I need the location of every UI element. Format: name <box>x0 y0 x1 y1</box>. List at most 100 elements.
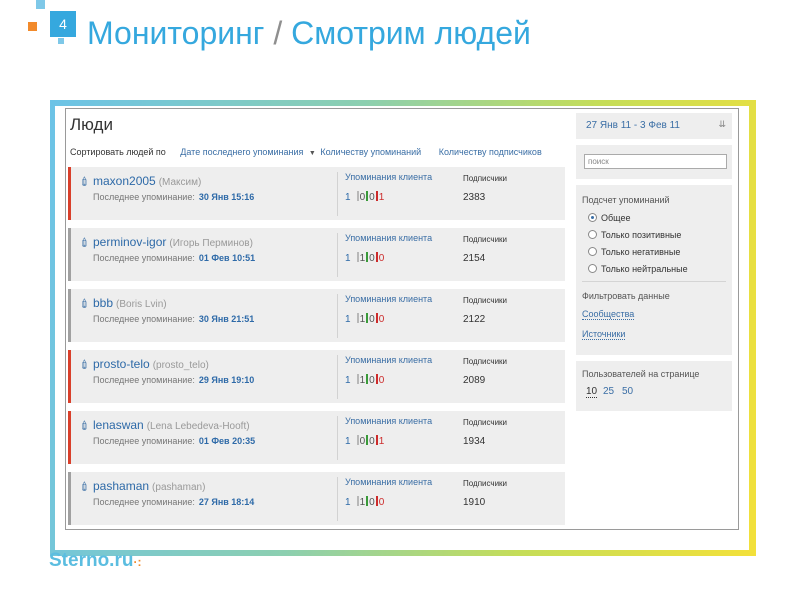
count-option-positive[interactable]: Только позитивные <box>588 230 681 240</box>
person-name: bbb (Boris Lvin) <box>93 296 167 310</box>
filter-sources-link[interactable]: Источники <box>582 329 626 340</box>
people-panel: Люди Сортировать людей по Дате последнег… <box>65 108 739 530</box>
mentions-label[interactable]: Упоминания клиента <box>345 233 432 243</box>
logo-text: Sterno.ru <box>49 550 134 571</box>
radio-icon[interactable] <box>588 264 597 273</box>
paperclip-icon: ✐ <box>76 234 94 252</box>
positive-bar <box>366 252 369 262</box>
last-mention-label: Последнее упоминание: <box>93 314 195 324</box>
paperclip-icon: ✐ <box>76 356 94 374</box>
mentions-label[interactable]: Упоминания клиента <box>345 172 432 182</box>
count-option-negative[interactable]: Только негативные <box>588 247 680 257</box>
count-option-neutral[interactable]: Только нейтральные <box>588 264 688 274</box>
mentions-total[interactable]: 1 <box>345 314 351 325</box>
divider <box>337 355 338 399</box>
filter-title: Фильтровать данные <box>582 291 670 301</box>
mentions-positive: 1 <box>359 497 366 508</box>
mentions-positive: 0 <box>359 192 366 203</box>
mentions-positive: 1 <box>359 314 366 325</box>
mentions-label[interactable]: Упоминания клиента <box>345 416 432 426</box>
sort-by-date-link[interactable]: Дате последнего упоминания <box>180 147 303 157</box>
person-name: pashaman (pashaman) <box>93 479 205 493</box>
username-link[interactable]: maxon2005 <box>93 174 156 188</box>
last-mention: Последнее упоминание: 01 Фев 20:35 <box>93 436 255 446</box>
radio-icon[interactable] <box>588 230 597 239</box>
last-mention-date[interactable]: 29 Янв 19:10 <box>199 375 254 385</box>
last-mention-date[interactable]: 30 Янв 21:51 <box>199 314 254 324</box>
sort-by-subscribers-link[interactable]: Количеству подписчиков <box>439 147 542 157</box>
sort-down-icon: ▼ <box>308 150 316 157</box>
real-name: (Boris Lvin) <box>116 299 167 310</box>
decor-square <box>28 22 37 31</box>
last-mention-date[interactable]: 01 Фев 20:35 <box>199 436 255 446</box>
mentions-neutral: 0 <box>369 192 375 203</box>
subscribers-label: Подписчики <box>463 357 508 366</box>
person-name: lenaswan (Lena Lebedeva-Hooft) <box>93 418 250 432</box>
people-list-column: Люди Сортировать людей по Дате последнег… <box>66 109 565 527</box>
person-card[interactable]: ✐ bbb (Boris Lvin) Последнее упоминание: 30 … <box>68 289 565 342</box>
real-name: (Игорь Перминов) <box>169 238 253 249</box>
bar-separator <box>356 252 359 262</box>
person-card[interactable]: ✐ pashaman (pashaman) Последнее упоминание:… <box>68 472 565 525</box>
mentions-positive: 1 <box>359 253 366 264</box>
username-link[interactable]: pashaman <box>93 479 149 493</box>
mentions-total[interactable]: 1 <box>345 375 351 386</box>
person-card[interactable]: ✐ perminov-igor (Игорь Перминов) Последнее … <box>68 228 565 281</box>
slide-title: Мониторинг / Смотрим людей <box>87 15 531 52</box>
person-card[interactable]: ✐ maxon2005 (Максим) Последнее упоминание: 3… <box>68 167 565 220</box>
divider <box>337 172 338 216</box>
last-mention-date[interactable]: 01 Фев 10:51 <box>199 253 255 263</box>
paperclip-icon: ✐ <box>76 173 94 191</box>
search-input[interactable]: поиск <box>584 154 727 169</box>
mentions-counts: 1001 <box>345 435 384 447</box>
mentions-total[interactable]: 1 <box>345 497 351 508</box>
mentions-total[interactable]: 1 <box>345 253 351 264</box>
last-mention-label: Последнее упоминание: <box>93 436 195 446</box>
per-page-option[interactable]: 10 <box>586 386 598 398</box>
sort-by-mentions-link[interactable]: Количеству упоминаний <box>320 147 421 157</box>
subscribers-label: Подписчики <box>463 174 508 183</box>
person-card[interactable]: ✐ lenaswan (Lena Lebedeva-Hooft) Последнее … <box>68 411 565 464</box>
mentions-label[interactable]: Упоминания клиента <box>345 477 432 487</box>
decor-square <box>36 0 45 9</box>
divider <box>337 477 338 521</box>
positive-bar <box>366 191 369 201</box>
mentions-negative: 0 <box>378 375 385 386</box>
last-mention: Последнее упоминание: 30 Янв 15:16 <box>93 192 254 202</box>
search-panel: поиск <box>576 145 732 179</box>
negative-bar <box>375 435 378 445</box>
username-link[interactable]: perminov-igor <box>93 235 166 249</box>
chevron-down-icon[interactable]: ⇊ <box>718 119 726 130</box>
filter-communities-link[interactable]: Сообщества <box>582 309 635 320</box>
sidebar: 27 Янв 11 - 3 Фев 11 ⇊ поиск Подсчет упо… <box>572 109 738 527</box>
username-link[interactable]: bbb <box>93 296 113 310</box>
last-mention-date[interactable]: 30 Янв 15:16 <box>199 192 254 202</box>
person-card[interactable]: ✐ prosto-telo (prosto_telo) Последнее упоми… <box>68 350 565 403</box>
radio-icon[interactable] <box>588 213 597 222</box>
username-link[interactable]: lenaswan <box>93 418 144 432</box>
mentions-positive: 0 <box>359 436 366 447</box>
mentions-neutral: 0 <box>369 375 375 386</box>
mentions-counts: 1001 <box>345 191 384 203</box>
count-option-all[interactable]: Общее <box>588 213 630 223</box>
per-page-option[interactable]: 25 <box>603 386 614 397</box>
decor-square <box>58 38 64 44</box>
mentions-total[interactable]: 1 <box>345 436 351 447</box>
negative-bar <box>375 191 378 201</box>
bar-separator <box>356 496 359 506</box>
mentions-neutral: 0 <box>369 253 375 264</box>
username-link[interactable]: prosto-telo <box>93 357 150 371</box>
date-range-picker[interactable]: 27 Янв 11 - 3 Фев 11 ⇊ <box>576 113 732 139</box>
subscribers-count: 2154 <box>463 253 486 264</box>
mentions-total[interactable]: 1 <box>345 192 351 203</box>
real-name: (prosto_telo) <box>152 360 209 371</box>
slide-title-main: Мониторинг <box>87 15 265 51</box>
per-page-option[interactable]: 50 <box>622 386 633 397</box>
mentions-label[interactable]: Упоминания клиента <box>345 355 432 365</box>
radio-icon[interactable] <box>588 247 597 256</box>
divider <box>337 294 338 338</box>
last-mention-date[interactable]: 27 Янв 18:14 <box>199 497 254 507</box>
mentions-label[interactable]: Упоминания клиента <box>345 294 432 304</box>
paperclip-icon: ✐ <box>76 295 94 313</box>
subscribers-count: 2122 <box>463 314 486 325</box>
